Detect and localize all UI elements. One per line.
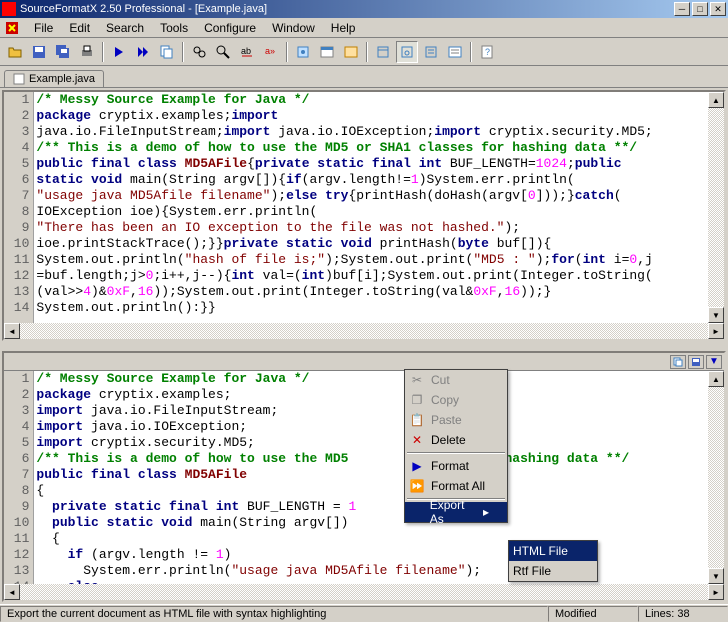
tool4-button[interactable] [444,41,466,63]
help-button[interactable]: ? [476,41,498,63]
find-button[interactable] [188,41,210,63]
code-editor-bottom[interactable]: 1 2 3 4 5 6 7 8 9 10 11 12 13 14 /* Mess… [4,371,724,584]
status-bar: Export the current document as HTML file… [0,604,728,622]
splitter[interactable] [0,343,728,349]
editor-options-button[interactable] [340,41,362,63]
tab-bar: Example.java [0,66,728,88]
code-lines-top[interactable]: /* Messy Source Example for Java */packa… [34,92,724,323]
tool2-button[interactable] [396,41,418,63]
copy-button[interactable] [156,41,178,63]
replace-button[interactable]: ab [236,41,258,63]
submenu-html-file[interactable]: HTML File [509,541,597,561]
submenu-arrow-icon: ▸ [483,505,489,519]
goto-button[interactable]: a» [260,41,282,63]
ctx-cut[interactable]: ✂Cut [405,370,507,390]
gutter-bottom: 1 2 3 4 5 6 7 8 9 10 11 12 13 14 [4,371,34,584]
tool1-button[interactable] [372,41,394,63]
tab-label: Example.java [29,73,95,85]
tool3-button[interactable] [420,41,442,63]
ctx-format-all[interactable]: ⏩Format All [405,476,507,496]
svg-text:?: ? [485,47,490,57]
svg-text:a»: a» [265,46,275,56]
menu-edit[interactable]: Edit [61,19,98,37]
code-editor-top[interactable]: 1 2 3 4 5 6 7 8 9 10 11 12 13 14 /* Mess… [4,92,724,323]
save-button[interactable] [28,41,50,63]
play-button[interactable] [108,41,130,63]
menu-window[interactable]: Window [264,19,323,37]
delete-icon: ✕ [409,433,425,447]
ctx-delete[interactable]: ✕Delete [405,430,507,450]
language-button[interactable] [316,41,338,63]
menu-help[interactable]: Help [323,19,364,37]
gutter-top: 1 2 3 4 5 6 7 8 9 10 11 12 13 14 [4,92,34,323]
submenu-rtf-file[interactable]: Rtf File [509,561,597,581]
menu-configure[interactable]: Configure [196,19,264,37]
window-title: SourceFormatX 2.50 Professional - [Examp… [20,3,674,15]
pane-dropdown-button[interactable]: ▼ [706,355,722,369]
paste-icon: 📋 [409,413,425,427]
maximize-button[interactable]: □ [692,2,708,16]
export-submenu: HTML File Rtf File [508,540,598,582]
pane-save-button[interactable] [688,355,704,369]
ctx-format[interactable]: ▶Format [405,456,507,476]
find-next-button[interactable] [212,41,234,63]
tab-example-java[interactable]: Example.java [4,70,104,87]
cut-icon: ✂ [409,373,425,387]
status-hint: Export the current document as HTML file… [0,606,548,622]
menu-bar: File Edit Search Tools Configure Window … [0,18,728,38]
copy-icon: ❐ [409,393,425,407]
pane-copy-button[interactable] [670,355,686,369]
hscroll-bottom[interactable]: ◄► [4,584,724,600]
minimize-button[interactable]: ─ [674,2,690,16]
ctx-export-as[interactable]: Export As▸ [405,502,507,522]
status-modified: Modified [548,606,638,622]
file-icon [13,73,25,85]
app-menu-icon [4,20,20,36]
ctx-separator-1 [407,452,505,454]
print-button[interactable] [76,41,98,63]
menu-search[interactable]: Search [98,19,152,37]
vscroll-top[interactable]: ▲▼ [708,92,724,323]
play-all-button[interactable] [132,41,154,63]
editor-top-pane: 1 2 3 4 5 6 7 8 9 10 11 12 13 14 /* Mess… [2,90,726,341]
svg-text:ab: ab [241,46,251,56]
format-icon: ▶ [409,459,425,473]
vscroll-bottom[interactable]: ▲▼ [708,371,724,584]
status-lines: Lines: 38 [638,606,728,622]
options-button[interactable] [292,41,314,63]
toolbar: ab a» ? [0,38,728,66]
menu-file[interactable]: File [26,19,61,37]
app-icon [2,2,16,16]
bottom-pane-header: ▼ [4,353,724,371]
context-menu: ✂Cut ❐Copy 📋Paste ✕Delete ▶Format ⏩Forma… [404,369,508,523]
menu-tools[interactable]: Tools [152,19,196,37]
open-button[interactable] [4,41,26,63]
save-all-button[interactable] [52,41,74,63]
title-bar: SourceFormatX 2.50 Professional - [Examp… [0,0,728,18]
format-all-icon: ⏩ [409,479,425,493]
hscroll-top[interactable]: ◄► [4,323,724,339]
code-lines-bottom[interactable]: /* Messy Source Example for Java */packa… [34,371,724,584]
ctx-copy[interactable]: ❐Copy [405,390,507,410]
ctx-paste[interactable]: 📋Paste [405,410,507,430]
close-button[interactable]: ✕ [710,2,726,16]
editor-bottom-pane: ▼ 1 2 3 4 5 6 7 8 9 10 11 12 13 14 /* Me… [2,351,726,602]
